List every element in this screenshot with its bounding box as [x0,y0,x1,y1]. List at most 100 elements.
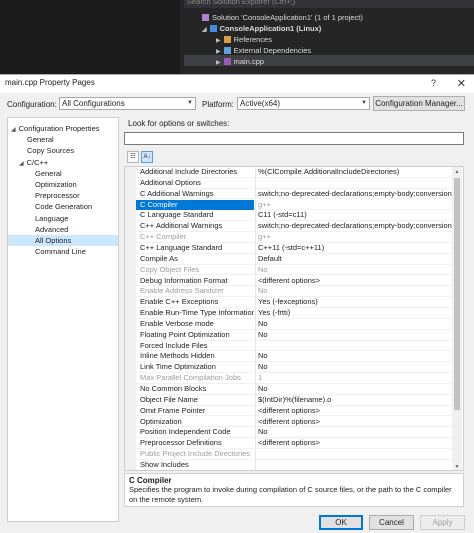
options-search-input[interactable] [124,132,464,145]
property-row[interactable]: C Compiler g++ [136,199,455,211]
property-value[interactable]: <different options> [258,406,455,417]
property-row[interactable]: Enable C++ Exceptions Yes (-fexceptions) [136,297,455,308]
sort-alpha-icon[interactable]: A↓ [141,151,153,163]
property-row[interactable]: Compile As Default [136,253,455,265]
property-value[interactable]: No [258,384,455,395]
property-value[interactable]: No [258,319,455,330]
property-row[interactable]: Floating Point Optimization No [136,329,455,341]
property-value[interactable]: 1 [258,373,455,384]
tree-item[interactable]: General [8,134,118,145]
property-row[interactable]: Show Includes [136,459,455,470]
property-row[interactable]: Max Parallel Compilation Jobs 1 [136,373,455,384]
property-value[interactable]: No [258,362,455,373]
vertical-scrollbar[interactable]: ▲ ▼ [452,167,462,470]
apply-button[interactable]: Apply [420,515,465,530]
property-name: Link Time Optimization [140,362,216,372]
configuration-manager-button[interactable]: Configuration Manager... [373,96,465,111]
property-value[interactable]: g++ [258,200,455,211]
property-row[interactable]: Enable Address Sanitizer No [136,286,455,298]
property-value[interactable]: Default [258,254,455,265]
expanded-icon[interactable]: ◢ [202,27,207,33]
expanded-icon[interactable]: ◢ [19,161,24,167]
cancel-button[interactable]: Cancel [369,515,414,530]
property-row[interactable]: C Additional Warnings switch;no-deprecate… [136,188,455,200]
tree-item[interactable]: Command Line [8,246,118,257]
property-value[interactable]: No [258,286,455,297]
property-value[interactable]: No [258,330,455,341]
tree-item-label: Command Line [35,247,86,257]
property-value[interactable]: No [258,265,455,276]
property-row[interactable]: Enable Run-Time Type Information Yes (-fr… [136,308,455,319]
scroll-thumb[interactable] [454,178,460,410]
property-value[interactable]: g++ [258,232,455,243]
property-value[interactable]: $(IntDir)%(filename).o [258,395,455,406]
property-value[interactable]: %(ClCompile.AdditionalIncludeDirectories… [258,167,455,178]
property-row[interactable]: Forced Include Files [136,340,455,352]
property-row[interactable]: Inline Methods Hidden No [136,351,455,363]
property-value[interactable]: switch;no-deprecated-declarations;empty-… [258,189,455,200]
collapsed-icon[interactable]: ▶ [216,49,221,55]
property-row[interactable]: C++ Compiler g++ [136,232,455,243]
tree-item-label: C/C++ [26,157,49,167]
solution-explorer-item-label: External Dependencies [233,46,312,55]
property-value[interactable]: Yes (-fexceptions) [258,297,455,308]
configuration-select[interactable]: All Configurations ▼ [59,97,196,110]
column-divider [255,297,256,307]
tree-item[interactable]: ◢ C/C++ [8,157,118,168]
collapsed-icon[interactable]: ▶ [216,38,221,44]
tree-item[interactable]: Code Generation [8,201,118,212]
scroll-down-icon[interactable]: ▼ [452,462,462,470]
property-value[interactable]: <different options> [258,438,455,449]
tree-item[interactable]: Advanced [8,224,118,235]
property-row[interactable]: C Language Standard C11 (-std=c11) [136,210,455,222]
column-divider [255,384,256,394]
property-row[interactable]: Enable Verbose mode No [136,318,455,330]
solution-explorer-search[interactable]: Search Solution Explorer (Ctrl+;) [184,0,474,8]
property-row[interactable]: C++ Language Standard C++11 (-std=c++11) [136,242,455,254]
tree-item[interactable]: Preprocessor [8,190,118,201]
solution-explorer-item[interactable]: Solution 'ConsoleApplication1' (1 of 1 p… [202,12,363,23]
property-value[interactable]: Yes (-frtti) [258,308,455,319]
scroll-up-icon[interactable]: ▲ [452,167,462,177]
property-row[interactable]: Public Project Include Directories [136,449,455,460]
collapsed-icon[interactable]: ▶ [216,60,221,66]
property-row[interactable]: Link Time Optimization No [136,362,455,374]
tree-item[interactable]: Language [8,213,118,224]
tree-item[interactable]: All Options [8,235,118,246]
property-row[interactable]: Position Independent Code No [136,427,455,439]
property-row[interactable]: Omit Frame Pointer <different options> [136,405,455,417]
tree-item[interactable]: Copy Sources [8,145,118,156]
property-row[interactable]: Preprocessor Definitions <different optio… [136,438,455,450]
tree-item-label: Language [35,213,69,223]
solution-explorer-item[interactable]: ▶ main.cpp [216,56,264,67]
ok-button[interactable]: OK [319,515,363,530]
tree-item[interactable]: General [8,168,118,179]
property-name: Additional Options [140,177,201,187]
property-row[interactable]: Debug Information Format <different optio… [136,275,455,287]
solution-explorer-item[interactable]: ◢ ConsoleApplication1 (Linux) [202,23,321,34]
help-icon[interactable]: ? [431,78,436,88]
property-value[interactable]: <different options> [258,276,455,287]
categorized-icon[interactable]: ☷ [127,151,139,163]
close-icon[interactable]: ✕ [457,77,466,90]
expanded-icon[interactable]: ◢ [11,127,16,133]
property-value[interactable]: No [258,351,455,362]
property-value[interactable]: No [258,427,455,438]
tree-item[interactable]: ◢ Configuration Properties [8,123,118,134]
property-row[interactable]: C++ Additional Warnings switch;no-depreca… [136,221,455,233]
platform-select[interactable]: Active(x64) ▼ [237,97,370,110]
property-row[interactable]: Optimization <different options> [136,416,455,428]
tree-item[interactable]: Optimization [8,179,118,190]
tree-item-label: General [35,168,62,178]
property-row[interactable]: No Common Blocks No [136,384,455,395]
property-value[interactable]: <different options> [258,417,455,428]
property-row[interactable]: Copy Object Files No [136,264,455,276]
solution-explorer-item[interactable]: ▶ References [216,34,272,45]
property-value[interactable]: C11 (-std=c11) [258,210,455,221]
property-row[interactable]: Additional Include Directories %(ClCompil… [136,167,455,178]
solution-explorer-item[interactable]: ▶ External Dependencies [216,45,311,56]
property-row[interactable]: Object File Name $(IntDir)%(filename).o [136,394,455,406]
property-value[interactable]: switch;no-deprecated-declarations;empty-… [258,221,455,232]
property-value[interactable]: C++11 (-std=c++11) [258,243,455,254]
property-row[interactable]: Additional Options [136,177,455,189]
